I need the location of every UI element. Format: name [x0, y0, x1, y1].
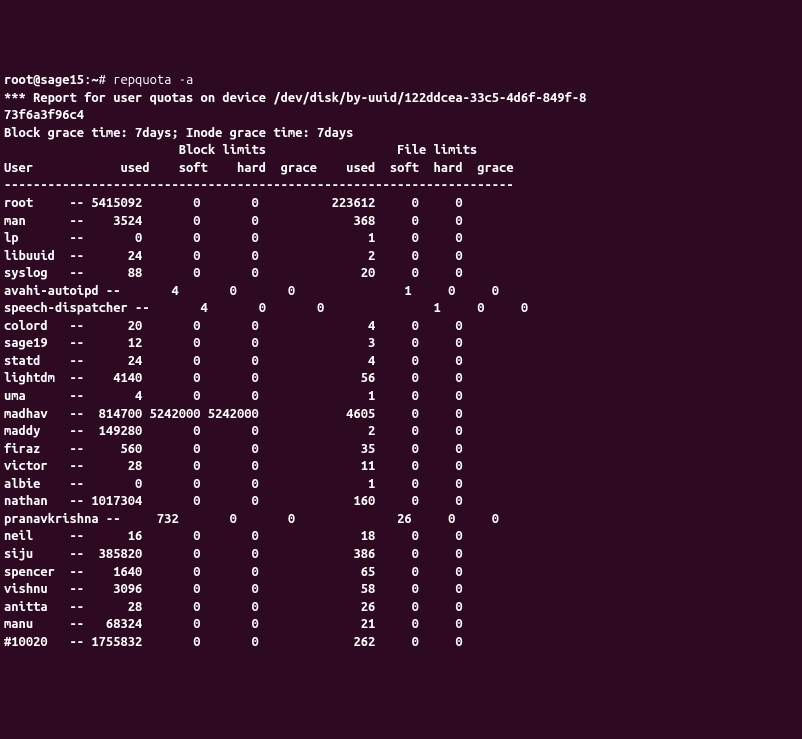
quota-row: victor -- 28 0 0 11 0 0	[4, 459, 463, 473]
quota-row: spencer -- 1640 0 0 65 0 0	[4, 565, 463, 579]
quota-row: albie -- 0 0 0 1 0 0	[4, 477, 463, 491]
section-headers: Block limits File limits	[4, 143, 477, 157]
quota-row: pranavkrishna -- 732 0 0 26 0 0	[4, 512, 499, 526]
terminal-output[interactable]: root@sage15:~# repquota -a *** Report fo…	[4, 72, 798, 651]
quota-row: sage19 -- 12 0 0 3 0 0	[4, 336, 463, 350]
quota-row: nathan -- 1017304 0 0 160 0 0	[4, 494, 463, 508]
report-title: *** Report for user quotas on device /de…	[4, 91, 586, 105]
quota-row: lightdm -- 4140 0 0 56 0 0	[4, 371, 463, 385]
prompt-user-host: root@sage15	[4, 73, 84, 87]
quota-row: vishnu -- 3096 0 0 58 0 0	[4, 582, 463, 596]
command-text: repquota -a	[113, 73, 193, 87]
prompt-hash: #	[99, 73, 114, 87]
quota-row: maddy -- 149280 0 0 2 0 0	[4, 424, 463, 438]
quota-row: colord -- 20 0 0 4 0 0	[4, 319, 463, 333]
quota-row: madhav -- 814700 5242000 5242000 4605 0 …	[4, 407, 463, 421]
quota-row: root -- 5415092 0 0 223612 0 0	[4, 196, 463, 210]
grace-line: Block grace time: 7days; Inode grace tim…	[4, 126, 353, 140]
quota-row: manu -- 68324 0 0 21 0 0	[4, 617, 463, 631]
quota-row: man -- 3524 0 0 368 0 0	[4, 214, 463, 228]
quota-row: syslog -- 88 0 0 20 0 0	[4, 266, 463, 280]
quota-row: anitta -- 28 0 0 26 0 0	[4, 600, 463, 614]
quota-row: avahi-autoipd -- 4 0 0 1 0 0	[4, 284, 499, 298]
quota-row: neil -- 16 0 0 18 0 0	[4, 529, 463, 543]
quota-row: uma -- 4 0 0 1 0 0	[4, 389, 463, 403]
quota-row: statd -- 24 0 0 4 0 0	[4, 354, 463, 368]
quota-row: firaz -- 560 0 0 35 0 0	[4, 442, 463, 456]
quota-row: lp -- 0 0 0 1 0 0	[4, 231, 463, 245]
column-headers: User used soft hard grace used soft hard…	[4, 161, 514, 175]
report-title-cont: 73f6a3f96c4	[4, 108, 84, 122]
quota-row: siju -- 385820 0 0 386 0 0	[4, 547, 463, 561]
quota-row: speech-dispatcher -- 4 0 0 1 0 0	[4, 301, 528, 315]
prompt-path: ~	[91, 73, 98, 87]
separator: ----------------------------------------…	[4, 178, 514, 192]
quota-row: #10020 -- 1755832 0 0 262 0 0	[4, 635, 463, 649]
quota-row: libuuid -- 24 0 0 2 0 0	[4, 249, 463, 263]
